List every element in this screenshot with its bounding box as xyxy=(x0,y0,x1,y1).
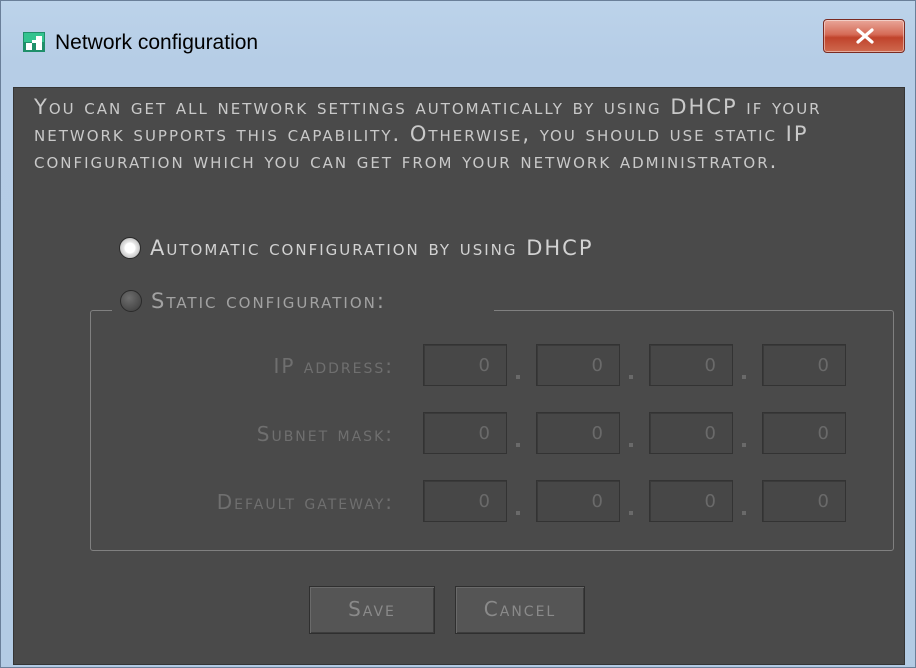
subnet-octet-3[interactable]: 0 xyxy=(649,412,733,454)
octet-separator xyxy=(629,511,633,515)
dhcp-label[interactable]: Automatic configuration by using DHCP xyxy=(150,236,593,260)
ip-octet-1[interactable]: 0 xyxy=(423,344,507,386)
octet-separator xyxy=(742,511,746,515)
subnet-octet-1[interactable]: 0 xyxy=(423,412,507,454)
gateway-octet-2[interactable]: 0 xyxy=(536,480,620,522)
cancel-button[interactable]: Cancel xyxy=(455,586,585,634)
octet-separator xyxy=(516,443,520,447)
static-radio[interactable] xyxy=(120,290,142,312)
ip-octet-2[interactable]: 0 xyxy=(536,344,620,386)
static-option[interactable]: Static configuration: xyxy=(120,289,386,313)
octet-separator xyxy=(629,443,633,447)
window-title: Network configuration xyxy=(55,31,259,54)
intro-text: You can get all network settings automat… xyxy=(34,95,822,173)
ip-octet-4[interactable]: 0 xyxy=(762,344,846,386)
subnet-mask-label: Subnet mask: xyxy=(256,422,394,446)
subnet-octet-2[interactable]: 0 xyxy=(536,412,620,454)
dhcp-radio[interactable] xyxy=(119,237,141,259)
octet-separator xyxy=(629,375,633,379)
octet-separator xyxy=(742,443,746,447)
octet-separator xyxy=(742,375,746,379)
save-button[interactable]: Save xyxy=(309,586,435,634)
ip-octet-3[interactable]: 0 xyxy=(649,344,733,386)
gateway-label: Default gateway: xyxy=(216,490,394,514)
octet-separator xyxy=(516,375,520,379)
gateway-octet-4[interactable]: 0 xyxy=(762,480,846,522)
gateway-octet-1[interactable]: 0 xyxy=(423,480,507,522)
dhcp-option[interactable]: Automatic configuration by using DHCP xyxy=(119,236,593,260)
content-panel: You can get all network settings automat… xyxy=(13,87,905,665)
gateway-octet-3[interactable]: 0 xyxy=(649,480,733,522)
title-bar[interactable]: Network configuration xyxy=(1,1,915,87)
octet-separator xyxy=(516,511,520,515)
subnet-octet-4[interactable]: 0 xyxy=(762,412,846,454)
ip-address-label: IP address: xyxy=(273,354,394,378)
dialog-window: Network configuration You can get all ne… xyxy=(0,0,916,668)
app-icon xyxy=(23,32,45,52)
close-button[interactable] xyxy=(823,19,905,53)
close-icon xyxy=(856,28,874,44)
static-label[interactable]: Static configuration: xyxy=(151,289,386,313)
